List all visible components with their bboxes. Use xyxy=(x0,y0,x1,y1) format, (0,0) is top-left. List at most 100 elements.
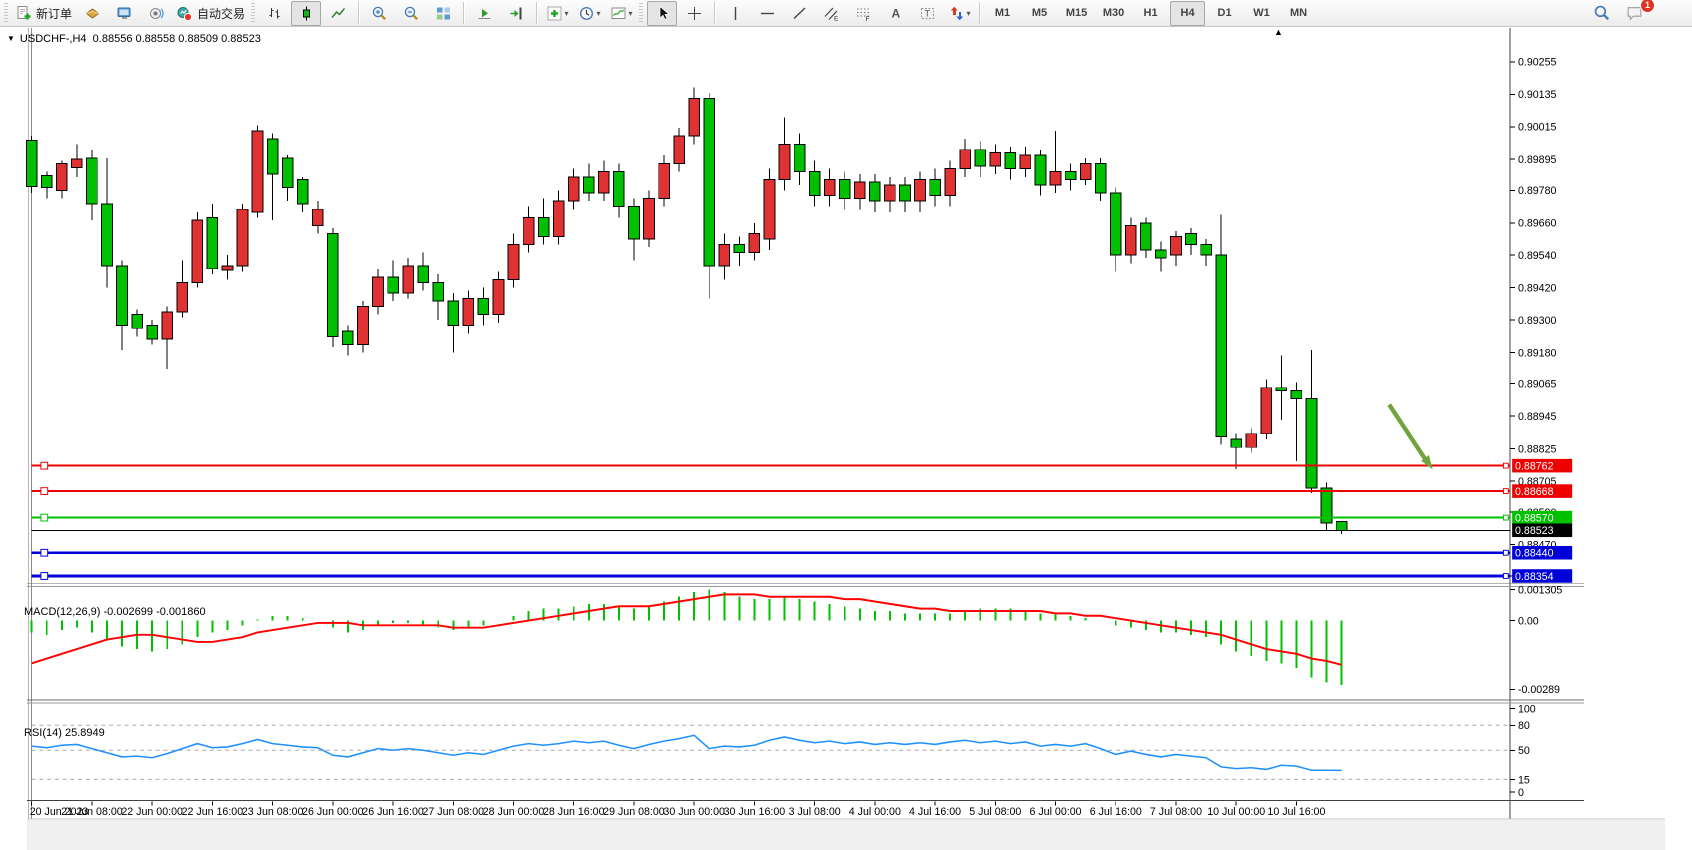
svg-text:50: 50 xyxy=(1518,745,1530,757)
zoom-out-button[interactable] xyxy=(396,1,426,26)
timeframe-mn-button[interactable]: MN xyxy=(1281,1,1316,26)
text-button[interactable]: A xyxy=(880,1,910,26)
candlestick-chart-button[interactable] xyxy=(291,1,321,26)
timeframe-m5-button[interactable]: M5 xyxy=(1022,1,1057,26)
svg-text:6 Jul 00:00: 6 Jul 00:00 xyxy=(1029,806,1081,818)
terminal-button[interactable] xyxy=(109,1,139,26)
macd-values: -0.002699 -0.001860 xyxy=(103,606,205,618)
new-order-icon xyxy=(15,5,32,22)
macd-indicator-label: MACD(12,26,9) -0.002699 -0.001860 xyxy=(24,606,206,618)
bar-chart-button[interactable] xyxy=(259,1,289,26)
collapse-icon[interactable]: ▼ xyxy=(7,34,15,43)
svg-text:0.88440: 0.88440 xyxy=(1515,548,1554,560)
zoom-in-button[interactable] xyxy=(364,1,394,26)
svg-text:0: 0 xyxy=(1518,787,1524,799)
chart-canvas[interactable]: 0.902550.901350.900150.898950.897800.896… xyxy=(0,27,1692,850)
macd-panel: 0.0013050.00-0.00289 xyxy=(32,584,1563,696)
tile-windows-button[interactable] xyxy=(428,1,458,26)
svg-text:0.89420: 0.89420 xyxy=(1518,283,1557,295)
search-button[interactable] xyxy=(1587,1,1617,26)
timeframe-m15-button[interactable]: M15 xyxy=(1059,1,1094,26)
timeframe-m30-button[interactable]: M30 xyxy=(1096,1,1131,26)
text-icon: A xyxy=(887,5,904,22)
clock-icon xyxy=(578,5,595,22)
svg-text:4 Jul 00:00: 4 Jul 00:00 xyxy=(849,806,901,818)
auto-scroll-button[interactable] xyxy=(469,1,499,26)
svg-text:0.89300: 0.89300 xyxy=(1518,315,1557,327)
main-toolbar: 新订单 自动交易 xyxy=(0,0,1692,27)
candles xyxy=(26,88,1347,535)
svg-text:10 Jul 00:00: 10 Jul 00:00 xyxy=(1207,806,1265,818)
timeframe-d1-button[interactable]: D1 xyxy=(1207,1,1242,26)
alerts-button[interactable] xyxy=(141,1,171,26)
crosshair-button[interactable] xyxy=(679,1,709,26)
svg-text:30 Jun 16:00: 30 Jun 16:00 xyxy=(724,806,786,818)
auto-scroll-icon xyxy=(476,5,493,22)
equidistant-channel-button[interactable]: E xyxy=(816,1,846,26)
timeframe-w1-button[interactable]: W1 xyxy=(1244,1,1279,26)
chevron-down-icon: ▾ xyxy=(967,9,971,18)
svg-text:0.89180: 0.89180 xyxy=(1518,347,1557,359)
metaeditor-button[interactable] xyxy=(77,1,107,26)
line-chart-button[interactable] xyxy=(323,1,353,26)
svg-text:0.89660: 0.89660 xyxy=(1518,218,1557,230)
metaeditor-icon xyxy=(84,5,101,22)
horizontal-line-button[interactable] xyxy=(752,1,782,26)
toolbar-right-tools: 1 xyxy=(1586,1,1650,26)
chevron-down-icon: ▾ xyxy=(629,9,633,18)
text-label-icon: T xyxy=(919,5,936,22)
timeframe-m1-button[interactable]: M1 xyxy=(985,1,1020,26)
toolbar-separator xyxy=(714,2,715,24)
chart-ohlc-values: 0.88556 0.88558 0.88509 0.88523 xyxy=(93,33,261,45)
templates-button[interactable]: ▾ xyxy=(606,1,636,26)
chart-shift-button[interactable] xyxy=(501,1,531,26)
svg-text:E: E xyxy=(834,15,839,22)
svg-text:3 Jul 08:00: 3 Jul 08:00 xyxy=(789,806,841,818)
svg-text:0.88523: 0.88523 xyxy=(1515,525,1554,537)
svg-text:7 Jul 08:00: 7 Jul 08:00 xyxy=(1150,806,1202,818)
annotation-arrow[interactable] xyxy=(1389,405,1433,470)
new-order-label: 新订单 xyxy=(36,5,72,22)
svg-text:29 Jun 08:00: 29 Jun 08:00 xyxy=(603,806,665,818)
svg-text:0.88825: 0.88825 xyxy=(1518,443,1557,455)
speaker-icon xyxy=(148,5,165,22)
trendline-icon xyxy=(791,5,808,22)
svg-text:-0.00289: -0.00289 xyxy=(1518,684,1560,696)
trendline-button[interactable] xyxy=(784,1,814,26)
vertical-line-button[interactable] xyxy=(720,1,750,26)
tile-windows-icon xyxy=(435,5,452,22)
svg-text:0.89895: 0.89895 xyxy=(1518,154,1557,166)
fibonacci-icon: F xyxy=(855,5,872,22)
svg-text:10 Jul 16:00: 10 Jul 16:00 xyxy=(1267,806,1325,818)
toolbar-separator xyxy=(358,2,359,24)
notifications-button[interactable]: 1 xyxy=(1619,1,1649,26)
svg-text:100: 100 xyxy=(1518,704,1536,716)
cursor-button[interactable] xyxy=(647,1,677,26)
text-label-button[interactable]: T xyxy=(912,1,942,26)
notification-badge: 1 xyxy=(1640,0,1655,13)
svg-text:0.88945: 0.88945 xyxy=(1518,411,1557,423)
svg-text:0.88668: 0.88668 xyxy=(1515,486,1554,498)
svg-text:0.88762: 0.88762 xyxy=(1515,461,1554,473)
auto-trading-icon xyxy=(176,5,193,22)
candlestick-chart-icon xyxy=(298,5,315,22)
svg-text:21 Jun 08:00: 21 Jun 08:00 xyxy=(61,806,123,818)
auto-trading-button[interactable]: 自动交易 xyxy=(173,1,248,26)
bar-chart-icon xyxy=(266,5,283,22)
timeframe-h4-button[interactable]: H4 xyxy=(1170,1,1205,26)
fibonacci-button[interactable]: F xyxy=(848,1,878,26)
horizontal-line-icon xyxy=(759,5,776,22)
svg-text:26 Jun 16:00: 26 Jun 16:00 xyxy=(362,806,424,818)
svg-text:0.90255: 0.90255 xyxy=(1518,57,1557,69)
periods-button[interactable]: ▾ xyxy=(574,1,604,26)
new-order-button[interactable]: 新订单 xyxy=(12,1,75,26)
chart-window[interactable]: 0.902550.901350.900150.898950.897800.896… xyxy=(0,27,1692,850)
timeframe-h1-button[interactable]: H1 xyxy=(1133,1,1168,26)
svg-text:T: T xyxy=(924,8,930,18)
crosshair-icon xyxy=(686,5,703,22)
arrows-button[interactable]: ▾ xyxy=(944,1,974,26)
indicators-button[interactable]: ▾ xyxy=(542,1,572,26)
svg-text:80: 80 xyxy=(1518,720,1530,732)
toolbar-grip xyxy=(251,3,255,23)
svg-text:0.90015: 0.90015 xyxy=(1518,122,1557,134)
